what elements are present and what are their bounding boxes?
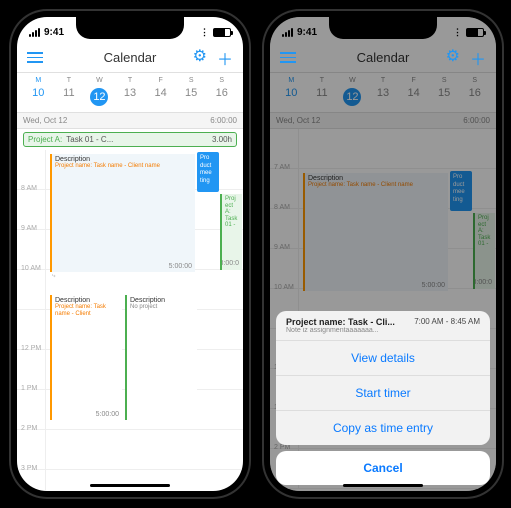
- sheet-note: Note iz assignmentaaaaaaa...: [286, 327, 406, 334]
- bluetooth-icon: ⋮: [200, 27, 209, 38]
- allday-event[interactable]: Project A: Task 01 - C... 3.00h: [23, 132, 237, 147]
- mini-hour: ⤷: [50, 272, 57, 281]
- settings-button[interactable]: ⚙: [193, 46, 207, 70]
- event-block[interactable]: Pro duct mee ting: [197, 152, 219, 192]
- week-selector: M10 T11 W12 T13 F14 S15 S16: [270, 73, 496, 113]
- battery-icon: [466, 28, 484, 37]
- event-block: Proj ect A: Task 01 - 3:00:0: [473, 213, 495, 289]
- menu-button[interactable]: [27, 52, 43, 63]
- allday-total: 6:00:00: [210, 116, 237, 125]
- action-sheet: Project name: Task - Cli... Note iz assi…: [276, 311, 490, 485]
- home-indicator[interactable]: [90, 484, 170, 487]
- event-block: Description Project name: Task name - Cl…: [303, 173, 448, 291]
- week-selector[interactable]: M10 T11 W12 T13 F14 S15 S16: [17, 73, 243, 113]
- event-block[interactable]: Proj ect A: Task 01 - 3:00:0: [220, 194, 242, 270]
- nav-bar: Calendar ⚙ ＋: [270, 43, 496, 73]
- timeline[interactable]: 7 AM 8 AM 9 AM 10 AM 12 PM 1 PM 2 PM 3 P…: [17, 150, 243, 490]
- bluetooth-icon: ⋮: [453, 27, 462, 38]
- add-button[interactable]: ＋: [470, 46, 486, 70]
- nav-bar: Calendar ⚙ ＋: [17, 43, 243, 73]
- menu-button[interactable]: [280, 52, 296, 63]
- home-indicator[interactable]: [343, 484, 423, 487]
- event-block[interactable]: Description Project name: Task name - Cl…: [50, 295, 122, 420]
- event-block[interactable]: Description Project name: Task name - Cl…: [50, 154, 195, 272]
- status-time: 9:41: [44, 27, 64, 38]
- event-block: Pro duct mee ting: [450, 171, 472, 211]
- event-block[interactable]: Description No project: [125, 295, 197, 420]
- view-details-button[interactable]: View details: [276, 341, 490, 376]
- start-timer-button[interactable]: Start timer: [276, 376, 490, 411]
- add-button[interactable]: ＋: [217, 46, 233, 70]
- sheet-time-range: 7:00 AM - 8:45 AM: [414, 317, 480, 326]
- allday-header: Wed, Oct 12 6:00:00: [270, 113, 496, 129]
- copy-time-entry-button[interactable]: Copy as time entry: [276, 411, 490, 445]
- date-label: Wed, Oct 12: [23, 116, 210, 125]
- sheet-header: Project name: Task - Cli... Note iz assi…: [276, 311, 490, 341]
- sheet-title: Project name: Task - Cli...: [286, 317, 406, 327]
- battery-icon: [213, 28, 231, 37]
- status-time: 9:41: [297, 27, 317, 38]
- allday-header: Wed, Oct 12 6:00:00: [17, 113, 243, 129]
- settings-button[interactable]: ⚙: [446, 46, 460, 70]
- cancel-button[interactable]: Cancel: [276, 451, 490, 485]
